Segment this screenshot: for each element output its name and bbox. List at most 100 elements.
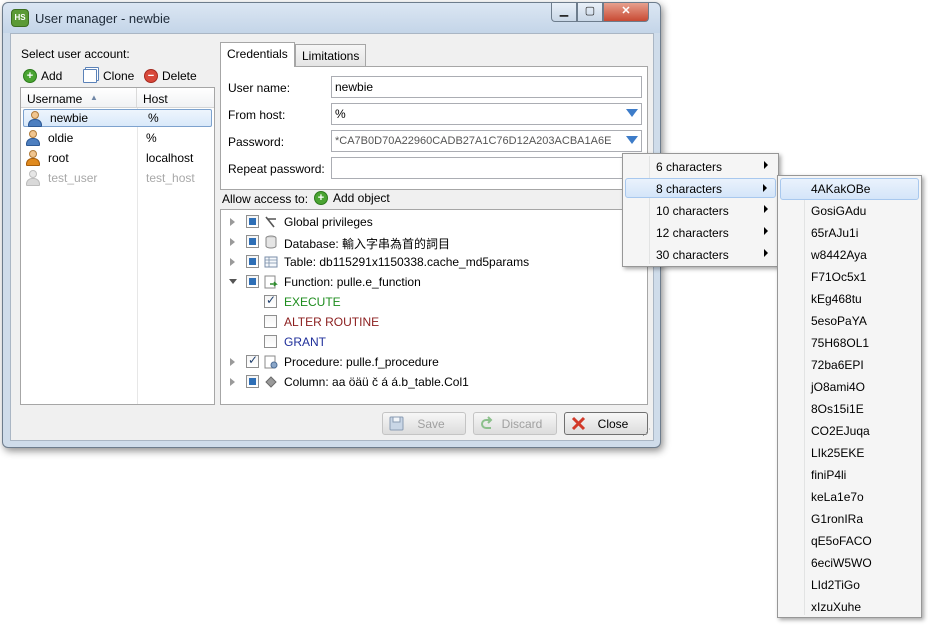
checkbox[interactable]	[246, 353, 259, 368]
add-icon: +	[23, 69, 37, 83]
tree-label: Procedure: pulle.f_procedure	[284, 355, 439, 369]
save-button[interactable]: Save	[382, 412, 466, 435]
user-row-root[interactable]: root localhost	[21, 148, 214, 168]
column-header-username[interactable]: Username ▲	[21, 88, 137, 107]
password-option[interactable]: 8Os15i1E	[780, 398, 919, 420]
add-label: Add	[41, 69, 63, 83]
password-option[interactable]: LIk25EKE	[780, 442, 919, 464]
password-option[interactable]: G1ronIRa	[780, 508, 919, 530]
password-option[interactable]: 75H68OL1	[780, 332, 919, 354]
minimize-button[interactable]: ▁	[551, 3, 577, 22]
tree-item-function[interactable]: Function: pulle.e_function	[221, 272, 647, 292]
user-host: test_host	[146, 171, 195, 185]
discard-button[interactable]: Discard	[473, 412, 557, 435]
expand-icon[interactable]	[230, 258, 235, 266]
checkbox[interactable]	[264, 293, 277, 308]
checkbox[interactable]	[246, 255, 259, 268]
expand-icon[interactable]	[230, 358, 235, 366]
add-object-label: Add object	[333, 191, 390, 205]
password-option[interactable]: 65rAJu1i	[780, 222, 919, 244]
delete-user-button[interactable]: − Delete	[144, 67, 197, 85]
repeat-password-label: Repeat password:	[228, 162, 325, 176]
checkbox[interactable]	[264, 335, 277, 348]
password-option[interactable]: qE5oFACO	[780, 530, 919, 552]
menu-item-12-characters[interactable]: 12 characters	[625, 222, 776, 242]
password-option[interactable]: 72ba6EPI	[780, 354, 919, 376]
generated-passwords-menu: 4AKakOBe GosiGAdu 65rAJu1i w8442Aya F71O…	[777, 175, 922, 618]
close-window-button[interactable]: ✕	[603, 3, 649, 22]
expand-icon[interactable]	[230, 378, 235, 386]
tab-limitations[interactable]: Limitations	[295, 44, 367, 66]
menu-item-10-characters[interactable]: 10 characters	[625, 200, 776, 220]
password-option[interactable]: finiP4li	[780, 464, 919, 486]
password-option[interactable]: GosiGAdu	[780, 200, 919, 222]
discard-label: Discard	[501, 416, 543, 431]
privileges-tree[interactable]: Global privileges Database: 輸入字串為首的詞目 Ta…	[220, 209, 648, 405]
tree-item-procedure[interactable]: Procedure: pulle.f_procedure	[221, 352, 647, 372]
username-field[interactable]: newbie	[331, 76, 642, 98]
menu-item-30-characters[interactable]: 30 characters	[625, 244, 776, 264]
password-option[interactable]: 6eciW5WO	[780, 552, 919, 574]
checkbox[interactable]	[246, 375, 259, 388]
resize-grip[interactable]: ⋰	[642, 427, 651, 438]
tree-item-execute[interactable]: EXECUTE	[221, 292, 647, 312]
expand-icon[interactable]	[230, 218, 235, 226]
tree-label: Global privileges	[284, 215, 373, 229]
chevron-down-icon[interactable]	[626, 109, 638, 117]
repeat-password-field[interactable]	[331, 157, 642, 179]
password-option[interactable]: 5esoPaYA	[780, 310, 919, 332]
tree-item-grant[interactable]: GRANT	[221, 332, 647, 352]
menu-item-6-characters[interactable]: 6 characters	[625, 156, 776, 176]
menu-item-8-characters[interactable]: 8 characters	[625, 178, 776, 198]
tree-item-global-privileges[interactable]: Global privileges	[221, 212, 647, 232]
add-object-button[interactable]: + Add object	[314, 191, 390, 205]
disabled-user-icon	[26, 170, 40, 186]
add-user-button[interactable]: + Add	[23, 67, 62, 85]
password-value: *CA7B0D70A22960CADB27A1C76D12A203ACBA1A6…	[335, 135, 612, 147]
submenu-arrow-icon	[764, 205, 768, 213]
clone-icon	[83, 69, 97, 83]
password-option[interactable]: CO2EJuqa	[780, 420, 919, 442]
password-option[interactable]: kEg468tu	[780, 288, 919, 310]
expand-icon[interactable]	[230, 238, 235, 246]
user-list[interactable]: Username ▲ Host newbie % oldie % root lo…	[20, 87, 215, 405]
tree-label: Column: aa öäü č á á.b_table.Col1	[284, 375, 469, 389]
password-option[interactable]: w8442Aya	[780, 244, 919, 266]
title-bar[interactable]: HS User manager - newbie ▁ ▢ ✕	[3, 3, 660, 33]
password-option[interactable]: F71Oc5x1	[780, 266, 919, 288]
tree-label: GRANT	[284, 335, 326, 349]
collapse-icon[interactable]	[229, 279, 237, 284]
tree-item-table[interactable]: Table: db115291x1150338.cache_md5params	[221, 252, 647, 272]
password-option[interactable]: LId2TiGo	[780, 574, 919, 596]
tree-item-alter-routine[interactable]: ALTER ROUTINE	[221, 312, 647, 332]
password-option[interactable]: 4AKakOBe	[780, 178, 919, 200]
from-host-select[interactable]: %	[331, 103, 642, 125]
database-icon	[265, 235, 277, 249]
checkbox[interactable]	[246, 235, 259, 248]
password-option[interactable]: keLa1e7o	[780, 486, 919, 508]
delete-label: Delete	[162, 69, 197, 83]
password-option[interactable]: xIzuXuhe	[780, 596, 919, 618]
user-row-newbie[interactable]: newbie %	[23, 109, 212, 127]
password-option[interactable]: jO8ami4O	[780, 376, 919, 398]
tree-item-column[interactable]: Column: aa öäü č á á.b_table.Col1	[221, 372, 647, 392]
from-host-label: From host:	[228, 108, 286, 122]
user-row-test-user[interactable]: test_user test_host	[21, 168, 214, 188]
clone-label: Clone	[103, 69, 135, 83]
clone-user-button[interactable]: Clone	[83, 67, 134, 85]
tree-item-database[interactable]: Database: 輸入字串為首的詞目	[221, 232, 647, 252]
generate-password-dropdown-icon[interactable]	[626, 136, 638, 144]
checkbox[interactable]	[264, 315, 277, 328]
tab-credentials[interactable]: Credentials	[220, 42, 295, 67]
checkbox[interactable]	[246, 275, 259, 288]
checkbox[interactable]	[246, 215, 259, 228]
maximize-button[interactable]: ▢	[577, 3, 603, 22]
tree-label: EXECUTE	[284, 295, 341, 309]
submenu-arrow-icon	[763, 184, 767, 192]
column-header-host[interactable]: Host	[137, 88, 168, 107]
password-field[interactable]: *CA7B0D70A22960CADB27A1C76D12A203ACBA1A6…	[331, 130, 642, 152]
user-name: newbie	[50, 111, 89, 125]
save-label: Save	[417, 416, 445, 431]
user-row-oldie[interactable]: oldie %	[21, 128, 214, 148]
close-button[interactable]: Close	[564, 412, 648, 435]
